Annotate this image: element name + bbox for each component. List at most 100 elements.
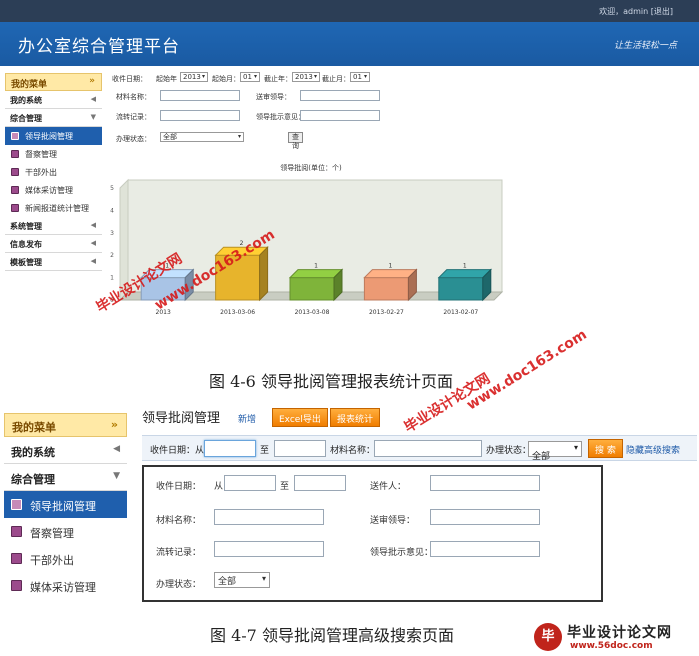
adv-from-label: 从 (214, 482, 224, 492)
y-tick-label: 4 (110, 207, 114, 214)
sidebar-item-label: 督察管理 (25, 150, 57, 159)
material-input[interactable] (160, 90, 240, 101)
adv-material-label: 材料名称： (156, 516, 202, 526)
chevron-left-icon: ◀ (90, 95, 96, 103)
app-banner: 办公室综合管理平台 让生活轻松一点 (0, 22, 699, 66)
sidebar-item-label: 领导批阅管理 (30, 500, 96, 513)
adv-status-label: 办理状态： (156, 580, 202, 590)
sidebar-group-my-system[interactable]: 我的系统 ◀ (5, 91, 102, 109)
bar: 2 (214, 240, 269, 302)
query-button[interactable]: 查询 (288, 132, 303, 150)
adv-flow-record-input[interactable] (214, 541, 324, 557)
y-tick-label: 0 (110, 297, 114, 304)
sidebar-group-general[interactable]: 综合管理 ▼ (4, 464, 127, 491)
sidebar-item-leader-review[interactable]: 领导批阅管理 (4, 491, 127, 518)
data-label: 1 (388, 263, 392, 270)
sidebar-item-supervision[interactable]: 督察管理 (4, 518, 127, 545)
sidebar-group-template[interactable]: 模板管理 ◀ (5, 253, 102, 271)
chevron-down-icon: ▼ (90, 113, 96, 121)
sidebar-group-system[interactable]: 系统管理 ◀ (5, 217, 102, 235)
material-input[interactable] (374, 440, 482, 457)
adv-leader-opinion-input[interactable] (430, 541, 540, 557)
sidebar-item-supervision[interactable]: 督察管理 (5, 145, 102, 163)
leader-opinion-label: 领导批示意见： (256, 113, 305, 121)
adv-material-input[interactable] (214, 509, 324, 525)
sidebar-group-general[interactable]: 综合管理 ▼ (5, 109, 102, 127)
flow-record-input[interactable] (160, 110, 240, 121)
item-icon (11, 204, 19, 212)
page-title: 领导批阅管理 (142, 411, 221, 426)
item-icon (11, 132, 19, 140)
sidebar-group-my-system[interactable]: 我的系统 ◀ (4, 437, 127, 464)
menu-header-label: 我的菜单 (12, 421, 56, 434)
collapse-icon[interactable]: » (111, 418, 118, 431)
chevron-left-icon: ◀ (90, 221, 96, 229)
x-tick-label: 2013-02-07 (443, 309, 478, 316)
hide-advanced-search-link[interactable]: 隐藏高级搜索 (626, 443, 680, 456)
bar-top (139, 269, 195, 279)
figure-caption-4-6: 图 4-6 领导批阅管理报表统计页面 (209, 372, 453, 391)
menu-header[interactable]: 我的菜单 » (5, 73, 102, 91)
review-leader-input[interactable] (300, 90, 380, 101)
search-button[interactable]: 搜 索 (588, 439, 623, 458)
data-label: 2 (240, 240, 244, 247)
chevron-left-icon: ◀ (90, 257, 96, 265)
menu-header[interactable]: 我的菜单 » (4, 413, 127, 437)
status-label: 办理状态： (116, 135, 151, 143)
status-select[interactable]: 全部 (160, 132, 244, 142)
leader-opinion-input[interactable] (300, 110, 380, 121)
adv-status-select[interactable]: 全部 (214, 572, 270, 588)
item-icon (11, 526, 22, 537)
adv-date-from-input[interactable] (224, 475, 276, 491)
data-label: 1 (314, 263, 318, 270)
end-month-select[interactable]: 01 (350, 72, 370, 82)
y-axis: 0 1 2 3 4 5 (110, 185, 114, 304)
receive-date-label: 收件日期： (112, 75, 147, 83)
sidebar-item-media[interactable]: 媒体采访管理 (5, 181, 102, 199)
figure-advanced-search-page: 我的菜单 » 我的系统 ◀ 综合管理 ▼ 领导批阅管理 督察管理 干部外出 媒体… (0, 395, 699, 615)
bar-front (438, 277, 484, 301)
app-slogan: 让生活轻松一点 (613, 41, 677, 51)
data-label: 1 (463, 263, 467, 270)
start-month-select[interactable]: 01 (240, 72, 260, 82)
adv-sender-input[interactable] (430, 475, 540, 491)
adv-flow-record-label: 流转记录： (156, 548, 202, 558)
date-from-input[interactable] (204, 440, 256, 457)
sidebar-item-cadre-out[interactable]: 干部外出 (5, 163, 102, 181)
user-info[interactable]: 欢迎，admin [退出] (599, 6, 673, 17)
collapse-icon[interactable]: » (89, 76, 95, 86)
adv-review-leader-input[interactable] (430, 509, 540, 525)
sidebar-item-cadre-out[interactable]: 干部外出 (4, 545, 127, 572)
item-icon (11, 553, 22, 564)
excel-export-button[interactable]: Excel导出 (272, 408, 328, 427)
sidebar-item-label: 新闻报道统计管理 (25, 204, 89, 213)
sidebar-item-leader-review[interactable]: 领导批阅管理 (5, 127, 102, 145)
logo-url: www.56doc.com (570, 641, 653, 651)
material-label: 材料名称： (116, 93, 151, 101)
adv-date-to-input[interactable] (294, 475, 346, 491)
item-icon (11, 499, 22, 510)
y-tick-label: 2 (110, 252, 114, 259)
start-year-select[interactable]: 2013 (180, 72, 208, 82)
sidebar-item-media[interactable]: 媒体采访管理 (4, 572, 127, 599)
status-label: 办理状态： (486, 446, 532, 456)
report-stats-button[interactable]: 报表统计 (330, 408, 381, 427)
adv-status-value: 全部 (218, 577, 237, 587)
item-icon (11, 150, 19, 158)
chevron-left-icon: ◀ (90, 239, 96, 247)
sidebar-item-news-stats[interactable]: 新闻报道统计管理 (5, 199, 102, 217)
y-tick-label: 3 (110, 230, 114, 237)
end-year-select[interactable]: 2013 (292, 72, 320, 82)
start-year-label: 起始年 (156, 75, 177, 83)
end-year-label: 截止年： (264, 75, 292, 83)
new-link[interactable]: 新增 (238, 412, 256, 425)
status-select[interactable]: 全部 (528, 441, 582, 462)
sidebar-group-label: 综合管理 (10, 114, 42, 123)
sidebar-group-publish[interactable]: 信息发布 ◀ (5, 235, 102, 253)
start-month-label: 起始月： (212, 75, 240, 83)
date-to-input[interactable] (274, 440, 326, 457)
item-icon (11, 168, 19, 176)
x-tick-label: 2013-02-27 (369, 309, 404, 316)
bar-top (214, 246, 269, 256)
sidebar-item-label: 媒体采访管理 (25, 186, 73, 195)
